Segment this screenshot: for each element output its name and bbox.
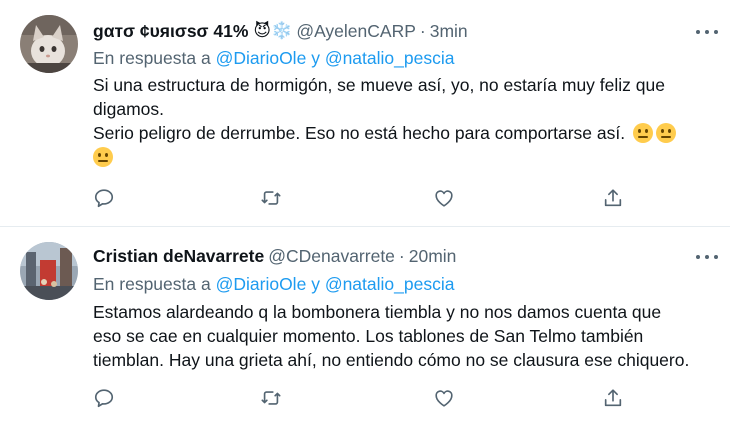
tweet-line: Serio peligro de derrumbe. Eso no está h… [93,123,626,143]
tweet[interactable]: gαтσ ¢υяισѕσ 41% 😈❄️ @AyelenCARP · 3min … [0,0,730,226]
share-icon[interactable] [602,187,626,211]
tweet-line: digamos. [93,99,165,119]
user-handle[interactable]: @AyelenCARP [296,21,416,42]
tweet-line-with-emoji: Serio peligro de derrumbe. Eso no está h… [93,121,676,145]
neutral-face-emoji [655,123,676,143]
reply-prefix: En respuesta a [93,274,211,294]
tweet-header: gαтσ ¢υяισѕσ 41% 😈❄️ @AyelenCARP · 3min [93,19,468,43]
separator-dot: · [398,245,405,266]
mention-link[interactable]: @DiarioOle [216,274,307,294]
share-icon[interactable] [602,387,626,411]
mention-link[interactable]: @natalio_pescia [325,48,455,68]
tweet-text: Estamos alardeando q la bombonera tiembl… [93,300,689,372]
tweet-header: Cristian deNavarrete @CDenavarrete · 20m… [93,244,456,268]
neutral-face-emoji [632,123,653,143]
tweet-line: tiemblan. Hay una grieta ahí, no entiend… [93,350,690,370]
mention-link[interactable]: @DiarioOle [216,48,307,68]
avatar[interactable] [20,15,78,73]
neutral-face-emoji [93,147,113,167]
avatar[interactable] [20,242,78,300]
tweet-actions [93,387,633,411]
timestamp[interactable]: 20min [409,246,457,267]
timestamp[interactable]: 3min [430,21,468,42]
tweet-line: Estamos alardeando q la bombonera tiembl… [93,302,662,322]
more-icon[interactable] [696,250,718,264]
retweet-icon[interactable] [260,387,284,411]
name-emojis: 😈❄️ [253,21,293,41]
tweet[interactable]: Cristian deNavarrete @CDenavarrete · 20m… [0,227,730,422]
mention-link[interactable]: @natalio_pescia [325,274,455,294]
tweet-text: Si una estructura de hormigón, se mueve … [93,73,676,169]
like-icon[interactable] [433,187,457,211]
display-name[interactable]: Cristian deNavarrete [93,246,264,267]
reply-context: En respuesta a @DiarioOle y @natalio_pes… [93,48,454,69]
user-handle[interactable]: @CDenavarrete [268,246,395,267]
reply-conjunction: y [311,274,320,294]
reply-conjunction: y [311,48,320,68]
reply-context: En respuesta a @DiarioOle y @natalio_pes… [93,274,454,295]
tweet-actions [93,187,633,211]
retweet-icon[interactable] [260,187,284,211]
like-icon[interactable] [433,387,457,411]
tweet-line: eso se cae en cualquier momento. Los tab… [93,326,644,346]
more-icon[interactable] [696,25,718,39]
reply-icon[interactable] [93,187,117,211]
separator-dot: · [419,20,426,41]
tweet-line: Si una estructura de hormigón, se mueve … [93,75,665,95]
display-name[interactable]: gαтσ ¢υяισѕσ 41% [93,21,248,42]
reply-prefix: En respuesta a [93,48,211,68]
reply-icon[interactable] [93,387,117,411]
tweet-emoji-line [93,145,676,169]
